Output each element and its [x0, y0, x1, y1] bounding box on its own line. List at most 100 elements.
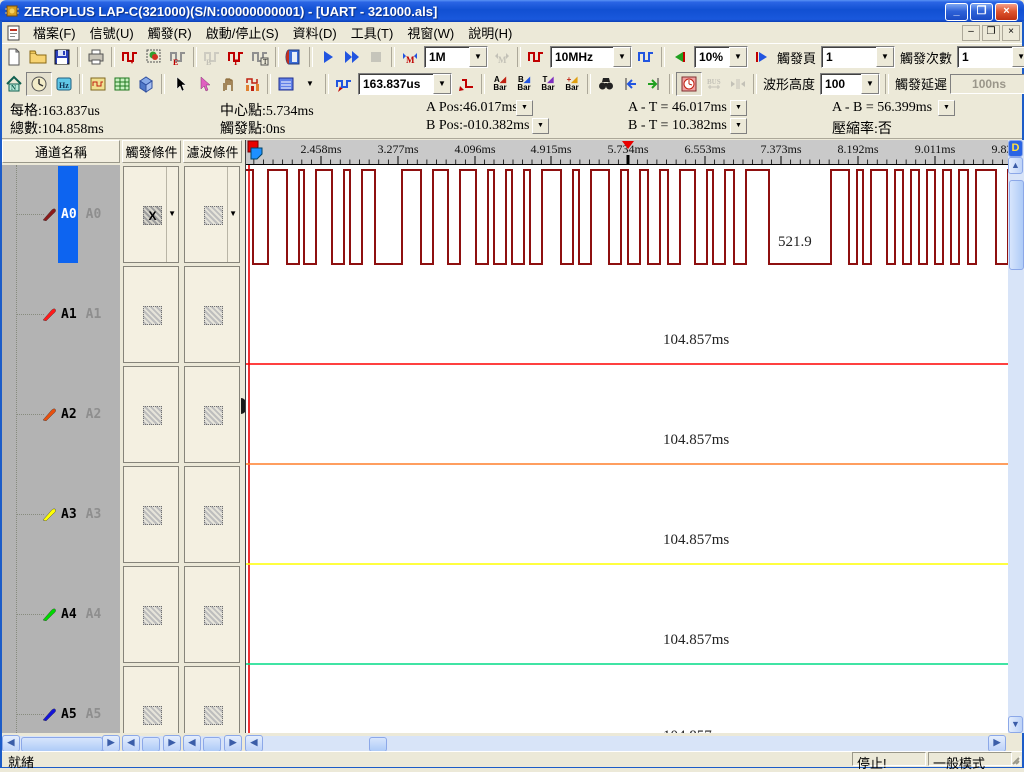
scroll-right-icon[interactable]: ▶	[988, 735, 1006, 752]
hscroll-thumb[interactable]	[21, 737, 103, 752]
scroll-up-button[interactable]: ▲	[1008, 157, 1023, 174]
hatch-icon[interactable]	[143, 306, 162, 325]
chevron-down-icon[interactable]: ▼	[861, 74, 879, 94]
default-view-button[interactable]: N	[2, 73, 26, 95]
filter-cell-A5[interactable]	[184, 666, 240, 733]
scroll-right-icon[interactable]: ▶	[102, 735, 120, 752]
time-division-combo[interactable]: 163.837us▼	[358, 73, 452, 95]
hatch-icon[interactable]	[204, 306, 223, 325]
mdi-restore-button[interactable]: ❐	[982, 25, 1000, 41]
menu-item-3[interactable]: 啟動/停止(S)	[199, 21, 286, 44]
prev-edge-button[interactable]	[454, 73, 478, 95]
sample-rate-combo[interactable]: 10MHz▼	[550, 46, 632, 68]
repeat-run-button[interactable]	[340, 46, 364, 68]
hscroll-thumb[interactable]	[369, 737, 387, 752]
sampling-setup-button[interactable]	[118, 46, 142, 68]
b-bar-button[interactable]: B◢Bar	[512, 73, 536, 95]
hand-pan-button[interactable]	[216, 73, 240, 95]
chevron-down-icon[interactable]: ▼	[876, 47, 894, 67]
sample-wave-button[interactable]	[524, 46, 548, 68]
dontcare-x-icon[interactable]: X	[143, 206, 162, 225]
hatch-icon[interactable]	[143, 706, 162, 725]
hscroll-thumb[interactable]	[203, 737, 221, 752]
channel-row-A0[interactable]: A0 A0	[42, 205, 101, 223]
info-dropdown-icon[interactable]: ▼	[730, 118, 747, 134]
title-bar[interactable]: ZEROPLUS LAP-C(321000)(S/N:00000000001) …	[0, 0, 1024, 22]
hatch-icon[interactable]	[204, 506, 223, 525]
menu-item-5[interactable]: 工具(T)	[344, 21, 401, 44]
menu-item-1[interactable]: 信號(U)	[83, 21, 141, 44]
channel-row-A3[interactable]: A3 A3	[42, 505, 101, 523]
menu-item-7[interactable]: 說明(H)	[461, 21, 519, 44]
navigator-window-button[interactable]	[134, 73, 158, 95]
wave-height-combo[interactable]: 100▼	[820, 73, 880, 95]
find-button[interactable]	[594, 73, 618, 95]
chevron-down-icon[interactable]: ▼	[469, 47, 487, 67]
scroll-left-icon[interactable]: ◀	[245, 735, 263, 752]
sample-depth-combo[interactable]: 1M▼	[424, 46, 488, 68]
trigger-cell-A2[interactable]	[123, 366, 179, 463]
info-dropdown-icon[interactable]: ▼	[516, 100, 533, 116]
menu-item-6[interactable]: 視窗(W)	[400, 21, 461, 44]
scroll-left-icon[interactable]: ◀	[122, 735, 140, 752]
channel-name-panel[interactable]: A0 A0 A1 A1 A2 A2 A3 A3 A4 A4 A5 A5	[2, 165, 120, 733]
filter-cell-A1[interactable]	[184, 266, 240, 363]
scroll-down-button[interactable]: ▼	[1008, 716, 1023, 733]
goto-a-bar-button[interactable]	[668, 46, 692, 68]
open-file-button[interactable]	[26, 46, 50, 68]
t-bar-button[interactable]: T◢Bar	[536, 73, 560, 95]
trigger-position-combo[interactable]: 10%▼	[694, 46, 748, 68]
restore-button[interactable]: ❐	[970, 3, 993, 21]
info-dropdown-icon[interactable]: ▼	[532, 118, 549, 134]
filter-cell-A0[interactable]: ▼	[184, 166, 240, 263]
chevron-down-icon[interactable]: ▼	[229, 209, 237, 218]
refresh-rate-button[interactable]	[676, 72, 702, 96]
new-file-button[interactable]	[2, 46, 26, 68]
menu-item-0[interactable]: 檔案(F)	[26, 21, 83, 44]
vscroll-thumb[interactable]	[1009, 180, 1024, 270]
listing-window-button[interactable]	[110, 73, 134, 95]
print-button[interactable]	[84, 46, 108, 68]
run-button[interactable]	[316, 46, 340, 68]
hatch-icon[interactable]	[143, 506, 162, 525]
filter-cell-A4[interactable]	[184, 566, 240, 663]
zoom-scale-button[interactable]	[332, 73, 356, 95]
timing-mode-button[interactable]	[26, 72, 52, 96]
add-bar-button[interactable]: +◢Bar	[560, 73, 584, 95]
goto-right-button[interactable]	[642, 73, 666, 95]
channel-row-A2[interactable]: A2 A2	[42, 405, 101, 423]
memory-page-button[interactable]	[282, 46, 306, 68]
hatch-icon[interactable]	[204, 606, 223, 625]
trigger-col-hscrollbar[interactable]: ◀ ▶	[122, 735, 181, 751]
scroll-left-icon[interactable]: ◀	[183, 735, 201, 752]
minimize-button[interactable]: _	[945, 3, 968, 21]
chevron-down-icon[interactable]: ▼	[1012, 47, 1024, 67]
filter-cell-A2[interactable]	[184, 366, 240, 463]
resize-grip[interactable]	[1009, 754, 1022, 767]
pattern-display-button[interactable]	[274, 73, 298, 95]
a-bar-button[interactable]: A◢Bar	[488, 73, 512, 95]
channel-row-A1[interactable]: A1 A1	[42, 305, 101, 323]
pattern-drop-button[interactable]: ▼	[298, 73, 322, 95]
scroll-right-icon[interactable]: ▶	[224, 735, 242, 752]
filter-col-hscrollbar[interactable]: ◀ ▶	[183, 735, 242, 751]
filter-cell-A3[interactable]	[184, 466, 240, 563]
hatch-icon[interactable]	[143, 606, 162, 625]
waveform-window-button[interactable]	[86, 73, 110, 95]
chevron-down-icon[interactable]: ▼	[729, 47, 747, 67]
save-file-button[interactable]	[50, 46, 74, 68]
single-capture-button[interactable]: M	[398, 46, 422, 68]
goto-t-bar-button[interactable]	[750, 46, 774, 68]
hscroll-thumb[interactable]	[142, 737, 160, 752]
frequency-mode-button[interactable]: Hz	[52, 73, 76, 95]
note-cursor-button[interactable]	[192, 73, 216, 95]
info-dropdown-icon[interactable]: ▼	[938, 100, 955, 116]
channel-row-A5[interactable]: A5 A5	[42, 705, 101, 723]
menu-item-2[interactable]: 觸發(R)	[141, 21, 199, 44]
info-dropdown-icon[interactable]: ▼	[730, 100, 747, 116]
trigger-property-button[interactable]: T	[248, 46, 272, 68]
hatch-icon[interactable]	[204, 706, 223, 725]
wave-mode-button[interactable]	[634, 46, 658, 68]
trigger-cell-A0[interactable]: X▼	[123, 166, 179, 263]
channel-row-A4[interactable]: A4 A4	[42, 605, 101, 623]
